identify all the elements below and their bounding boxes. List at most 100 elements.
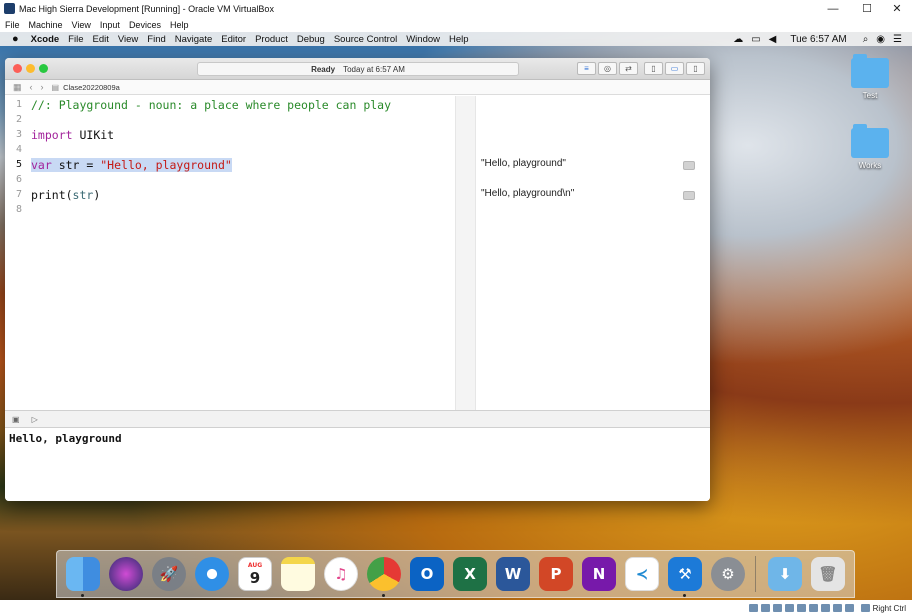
user-icon[interactable]: ◉	[876, 34, 885, 45]
keyword: var	[31, 157, 52, 172]
minimize-window-button[interactable]	[26, 64, 35, 73]
results-sidebar: "Hello, playground" "Hello, playground\n…	[476, 96, 710, 410]
vbox-menu-input[interactable]: Input	[100, 20, 120, 30]
hide-debug-area-icon[interactable]: ▣	[12, 415, 20, 424]
onenote-icon[interactable]: N	[582, 557, 616, 591]
safari-icon[interactable]	[195, 557, 229, 591]
menu-product[interactable]: Product	[255, 34, 288, 45]
version-editor-icon[interactable]: ⇄	[619, 62, 638, 75]
powerpoint-icon[interactable]: P	[539, 557, 573, 591]
app-menu-xcode[interactable]: Xcode	[31, 34, 60, 45]
close-window-button[interactable]	[13, 64, 22, 73]
vbox-menu-help[interactable]: Help	[170, 20, 189, 30]
host-key-label: Right Ctrl	[872, 603, 906, 613]
vbox-menu-devices[interactable]: Devices	[129, 20, 161, 30]
desktop-folder-test[interactable]: Test	[840, 54, 900, 100]
launchpad-icon[interactable]: 🚀	[152, 557, 186, 591]
dock-separator	[755, 556, 756, 592]
jump-bar: ▦ ‹ › ▤ Clase20220809a	[5, 80, 710, 95]
vbox-menu-view[interactable]: View	[72, 20, 91, 30]
recording-icon[interactable]	[832, 604, 842, 612]
optical-drive-icon[interactable]	[760, 604, 770, 612]
close-icon[interactable]: ✕	[882, 0, 912, 17]
menu-window[interactable]: Window	[406, 34, 440, 45]
trash-icon[interactable]: 🗑	[811, 557, 845, 591]
code-text: //: Playground - noun: a place where peo…	[31, 97, 392, 112]
menu-editor[interactable]: Editor	[221, 34, 246, 45]
icloud-icon[interactable]: ☁	[733, 34, 743, 45]
line-number: 4	[15, 144, 22, 155]
audio-icon[interactable]	[772, 604, 782, 612]
dock: 🚀 AUG 9 ♫ O X W P N ≺ ⚒ ⚙ ⬇ 🗑	[56, 550, 855, 598]
desktop-folder-label: Works	[858, 161, 882, 170]
xcode-icon[interactable]: ⚒	[668, 557, 702, 597]
desktop-folder-works[interactable]: Works	[840, 124, 900, 170]
notification-center-icon[interactable]: ☰	[893, 34, 902, 45]
vscode-icon[interactable]: ≺	[625, 557, 659, 591]
usb-icon[interactable]	[796, 604, 806, 612]
menu-find[interactable]: Find	[147, 34, 165, 45]
xcode-toolbar: Ready Today at 6:57 AM ≡ ◎ ⇄ ▯ ▭ ▯	[5, 58, 710, 80]
standard-editor-icon[interactable]: ≡	[577, 62, 596, 75]
code-line: 3 import UIKit	[5, 127, 455, 142]
code-area[interactable]: 1 //: Playground - noun: a place where p…	[5, 96, 455, 410]
minimize-icon[interactable]: —	[818, 0, 848, 17]
debug-bar: ▣ ▷	[5, 410, 710, 428]
quick-look-icon[interactable]	[683, 161, 695, 170]
shared-folders-icon[interactable]	[808, 604, 818, 612]
run-icon[interactable]: ▷	[32, 415, 38, 424]
file-breadcrumb[interactable]: Clase20220809a	[63, 83, 120, 92]
debug-area-toggle-icon[interactable]: ▭	[665, 62, 684, 75]
menu-edit[interactable]: Edit	[92, 34, 108, 45]
menu-source-control[interactable]: Source Control	[334, 34, 397, 45]
excel-icon[interactable]: X	[453, 557, 487, 591]
volume-icon[interactable]: ◀	[769, 34, 777, 45]
menu-navigate[interactable]: Navigate	[175, 34, 213, 45]
guest-desktop: ● Xcode File Edit View Find Navigate Edi…	[0, 32, 912, 600]
vbox-window-title: Mac High Sierra Development [Running] - …	[19, 3, 274, 14]
menu-view[interactable]: View	[118, 34, 138, 45]
system-preferences-icon[interactable]: ⚙	[711, 557, 745, 591]
spotlight-icon[interactable]: ⌕	[863, 34, 869, 45]
menu-debug[interactable]: Debug	[297, 34, 325, 45]
calendar-icon[interactable]: AUG 9	[238, 557, 272, 591]
downloads-icon[interactable]: ⬇	[768, 557, 802, 591]
line-number: 2	[15, 114, 22, 125]
hard-disk-icon[interactable]	[748, 604, 758, 612]
quick-look-icon[interactable]	[683, 191, 695, 200]
desktop-folder-label: Test	[862, 91, 878, 100]
running-indicator	[683, 594, 686, 597]
vbox-menu-file[interactable]: File	[5, 20, 20, 30]
apple-menu-icon[interactable]: ●	[12, 33, 19, 45]
code-text: )	[93, 187, 101, 202]
vbox-menu-machine[interactable]: Machine	[29, 20, 63, 30]
clock[interactable]: Tue 6:57 AM	[790, 34, 846, 45]
mouse-integration-icon[interactable]	[844, 604, 854, 612]
outlook-icon[interactable]: O	[410, 557, 444, 591]
code-text: UIKit	[72, 127, 115, 142]
forward-icon[interactable]: ›	[41, 82, 44, 92]
network-icon[interactable]	[784, 604, 794, 612]
itunes-icon[interactable]: ♫	[324, 557, 358, 591]
finder-icon[interactable]	[66, 557, 100, 597]
siri-icon[interactable]	[109, 557, 143, 591]
navigator-toggle-icon[interactable]: ▯	[644, 62, 663, 75]
keyword: import	[31, 127, 73, 142]
word-icon[interactable]: W	[496, 557, 530, 591]
code-line: 7 print(str)	[5, 187, 455, 202]
menu-file[interactable]: File	[68, 34, 83, 45]
assistant-editor-icon[interactable]: ◎	[598, 62, 617, 75]
chrome-icon[interactable]	[367, 557, 401, 597]
airplay-icon[interactable]: ▭	[751, 34, 760, 45]
back-icon[interactable]: ‹	[30, 82, 33, 92]
utilities-toggle-icon[interactable]: ▯	[686, 62, 705, 75]
notes-icon[interactable]	[281, 557, 315, 591]
xcode-window: Ready Today at 6:57 AM ≡ ◎ ⇄ ▯ ▭ ▯ ▦ ‹ ›…	[5, 58, 710, 501]
console-output[interactable]: Hello, playground	[5, 428, 710, 501]
display-icon[interactable]	[820, 604, 830, 612]
maximize-icon[interactable]: ☐	[852, 0, 882, 17]
related-items-icon[interactable]: ▦	[13, 82, 22, 93]
results-divider[interactable]	[455, 96, 476, 410]
zoom-window-button[interactable]	[39, 64, 48, 73]
menu-help[interactable]: Help	[449, 34, 469, 45]
